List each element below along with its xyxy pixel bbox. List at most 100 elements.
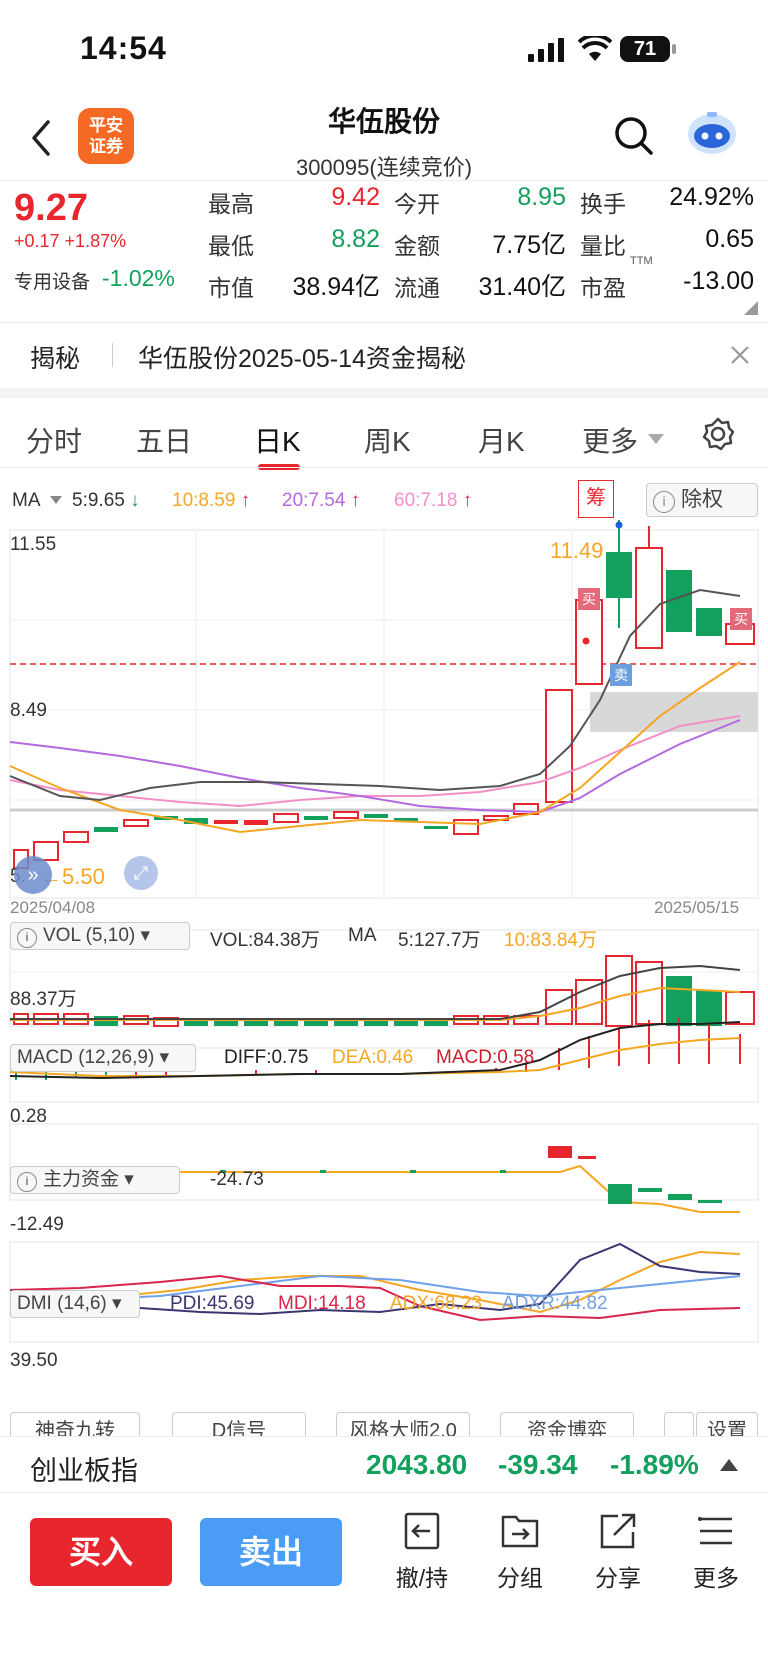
status-time: 14:54 xyxy=(80,30,167,66)
macd-indicator-selector[interactable]: MACD (12,26,9) ▾ xyxy=(10,1044,196,1072)
field-value: 0.65 xyxy=(705,225,754,253)
indicator-button-row: 神奇九转 D信号 风格大师2.0 资金博弈 设置 xyxy=(0,1408,768,1436)
date-start: 2025/04/08 xyxy=(10,898,96,917)
field-value: 31.40亿 xyxy=(478,273,566,301)
group-button[interactable]: 分组 xyxy=(480,1511,560,1593)
tab-more[interactable]: 更多 xyxy=(582,420,638,460)
field-value: -13.00 xyxy=(683,267,754,295)
vol-scale: 88.37万 xyxy=(10,989,77,1010)
tab-five-day[interactable]: 五日 xyxy=(136,420,192,460)
banner-text: 华伍股份2025-05-14资金揭秘 xyxy=(138,345,466,373)
indicator-button[interactable]: 神奇九转 xyxy=(10,1412,140,1436)
tab-daily-k[interactable]: 日K xyxy=(254,420,301,460)
sell-signal-mark: 卖 xyxy=(610,664,632,686)
fullscreen-icon[interactable]: ⤢ xyxy=(124,856,158,890)
macd-diff: DIFF:0.75 xyxy=(224,1047,309,1068)
dmi-scale: 39.50 xyxy=(10,1350,58,1371)
dmi-pdi: PDI:45.69 xyxy=(170,1293,255,1314)
price-change: +0.17 +1.87% xyxy=(14,231,127,251)
field-value: 7.75亿 xyxy=(492,231,566,259)
tab-intraday[interactable]: 分时 xyxy=(26,420,82,460)
field-value: 38.94亿 xyxy=(292,273,380,301)
volume-indicator-selector[interactable]: i VOL (5,10) ▾ xyxy=(10,922,190,950)
period-tabs: 分时 五日 日K 周K 月K 更多 xyxy=(0,398,768,470)
tab-monthly-k[interactable]: 月K xyxy=(478,420,525,460)
share-button[interactable]: 分享 xyxy=(578,1511,658,1593)
divider xyxy=(112,343,113,367)
indicator-button[interactable]: 风格大师2.0 xyxy=(336,1412,470,1436)
folder-icon xyxy=(501,1515,539,1548)
macd-dea: DEA:0.46 xyxy=(332,1047,414,1068)
assistant-robot-icon[interactable] xyxy=(686,110,738,158)
banner-tag: 揭秘 xyxy=(30,345,81,373)
field-value: 24.92% xyxy=(669,183,754,211)
gear-icon[interactable] xyxy=(700,416,736,452)
macd-value: MACD:0.58 xyxy=(436,1047,535,1068)
fund-scale: -12.49 xyxy=(10,1214,64,1235)
ma20-line xyxy=(9,719,741,814)
current-price: 9.27 xyxy=(14,187,88,229)
indicator-button[interactable]: D信号 xyxy=(172,1412,306,1436)
cancel-hold-button[interactable]: 撤/持 xyxy=(382,1511,462,1593)
settings-button[interactable]: 设置 xyxy=(696,1412,758,1436)
field-label: 流通 xyxy=(394,275,440,301)
collapse-left-icon[interactable]: » xyxy=(14,856,52,894)
dmi-adx: ADX:68.23 xyxy=(390,1293,482,1314)
macd-scale: 0.28 xyxy=(10,1106,47,1127)
high-price-mark: 11.49 xyxy=(550,538,604,563)
field-value: 9.42 xyxy=(331,183,380,211)
battery-tip xyxy=(672,44,676,54)
sector-change: -1.02% xyxy=(102,265,175,291)
more-button[interactable]: 更多 xyxy=(676,1511,756,1593)
vol-ma-label: MA xyxy=(348,925,377,946)
dmi-mdi: MDI:14.18 xyxy=(278,1293,366,1314)
y-axis-mid: 8.49 xyxy=(10,700,47,721)
date-end: 2025/05/15 xyxy=(654,898,740,917)
ma20-value: 20:7.54 ↑ xyxy=(282,490,361,511)
capital-reveal-banner[interactable]: 揭秘 华伍股份2025-05-14资金揭秘 xyxy=(0,322,768,388)
status-bar: 14:54 71 xyxy=(0,0,768,100)
battery-icon: 71 xyxy=(620,36,670,62)
share-icon xyxy=(600,1513,636,1549)
sector-label[interactable]: 专用设备 xyxy=(14,267,90,294)
broker-logo[interactable]: 平安 证券 xyxy=(78,108,134,164)
index-ticker-bar[interactable]: 创业板指 2043.80 -39.34 -1.89% xyxy=(0,1436,768,1492)
ma60-value: 60:7.18 ↑ xyxy=(394,490,473,511)
dmi-adxr: ADXR:44.82 xyxy=(502,1293,608,1314)
ex-rights-button[interactable]: i 除权 xyxy=(646,483,758,517)
ma5-value: 5:9.65 ↓ xyxy=(72,490,140,511)
expand-corner-icon[interactable] xyxy=(744,301,758,315)
main-fund-selector[interactable]: i 主力资金 ▾ xyxy=(10,1166,180,1194)
ma10-line xyxy=(9,661,741,834)
close-icon[interactable] xyxy=(730,345,750,365)
dmi-indicator-selector[interactable]: DMI (14,6) ▾ xyxy=(10,1290,140,1318)
index-value: 2043.80 xyxy=(366,1449,468,1480)
section-gap xyxy=(0,388,768,398)
field-label: 市盈 xyxy=(580,275,626,301)
tab-weekly-k[interactable]: 周K xyxy=(364,420,411,460)
menu-icon xyxy=(698,1517,732,1545)
sell-button[interactable]: 卖出 xyxy=(200,1518,342,1586)
indicator-button[interactable]: 资金博弈 xyxy=(500,1412,634,1436)
quote-panel: 9.27 +0.17 +1.87% 专用设备 -1.02% 最高 9.42 今开… xyxy=(0,180,768,320)
ma-selector[interactable]: MA xyxy=(12,490,41,512)
index-change: -39.34 xyxy=(498,1449,578,1480)
ttm-label: TTM xyxy=(630,255,653,267)
divider xyxy=(0,467,768,468)
chip-zone xyxy=(590,692,758,732)
trade-action-bar: 买入 卖出 撤/持 分组 分享 更多 xyxy=(0,1492,768,1663)
field-label: 量比 xyxy=(580,233,626,259)
indicator-button-partial[interactable] xyxy=(664,1412,694,1436)
vol-value: VOL:84.38万 xyxy=(210,930,320,951)
wifi-icon xyxy=(578,36,612,61)
chip-distribution-button[interactable]: 筹 xyxy=(578,480,614,518)
field-label: 换手 xyxy=(580,191,626,217)
buy-button[interactable]: 买入 xyxy=(30,1518,172,1586)
chevron-down-icon xyxy=(648,434,664,444)
search-icon[interactable] xyxy=(614,116,654,156)
index-percent: -1.89% xyxy=(610,1449,699,1480)
dropdown-icon xyxy=(50,496,62,504)
field-label: 最低 xyxy=(208,233,254,259)
chevron-up-icon[interactable] xyxy=(720,1459,738,1471)
field-value: 8.82 xyxy=(331,225,380,253)
